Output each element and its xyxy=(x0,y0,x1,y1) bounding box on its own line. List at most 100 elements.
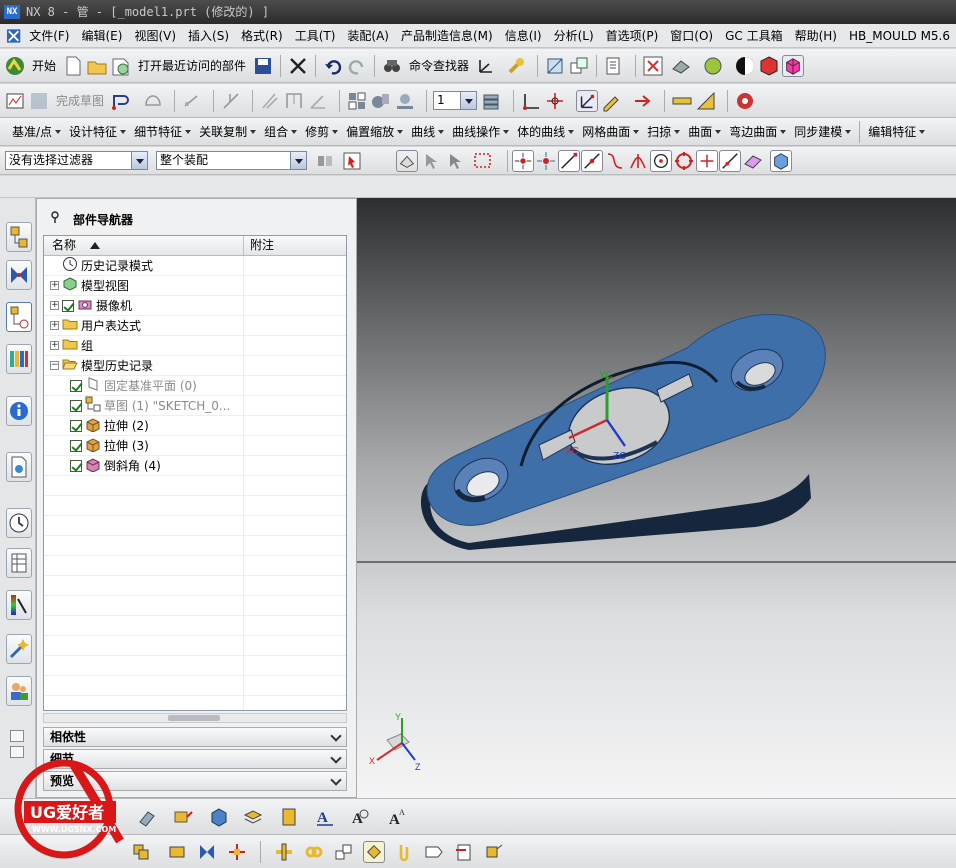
profile-icon[interactable] xyxy=(110,90,132,112)
chevron-down-icon[interactable] xyxy=(460,92,477,109)
gear-wheel-icon[interactable] xyxy=(734,90,756,112)
edit-icon[interactable] xyxy=(600,90,622,112)
scroll-up-button[interactable] xyxy=(10,730,24,742)
ribbon-flange-surface[interactable]: 弯边曲面 xyxy=(725,123,790,140)
finish-sketch-icon[interactable] xyxy=(28,90,50,112)
grid-icon[interactable] xyxy=(346,90,368,112)
chevron-down-icon[interactable] xyxy=(330,774,342,786)
menu-hb-mould[interactable]: HB_MOULD M5.6 xyxy=(843,24,956,48)
tree-node[interactable]: + 摄像机 xyxy=(44,295,346,316)
chevron-down-icon[interactable] xyxy=(330,730,342,742)
interference-icon[interactable] xyxy=(363,840,385,863)
arc-center-icon[interactable] xyxy=(650,150,672,172)
door-icon[interactable] xyxy=(278,806,300,828)
snap-point-icon[interactable] xyxy=(512,150,534,172)
chain-icon[interactable] xyxy=(303,841,325,863)
type-filter-select[interactable]: 没有选择过滤器 xyxy=(5,151,148,170)
background-icon[interactable] xyxy=(702,55,724,77)
move-component-icon[interactable] xyxy=(226,841,248,863)
snap-options-icon[interactable] xyxy=(535,150,557,172)
layer-select[interactable]: 1 xyxy=(433,91,478,110)
visibility-checkbox[interactable] xyxy=(70,459,82,472)
undo-icon[interactable] xyxy=(322,55,344,77)
system-materials-tab[interactable] xyxy=(6,548,32,578)
angle-icon[interactable] xyxy=(307,90,329,112)
general-select-icon[interactable] xyxy=(341,150,363,172)
assembly-navigator-tab[interactable] xyxy=(6,222,32,252)
constraint-icon[interactable] xyxy=(220,90,242,112)
tree-node[interactable]: 草图 (1) "SKETCH_0... xyxy=(44,395,346,416)
triangle-ruler-icon[interactable] xyxy=(695,90,717,112)
array-icon[interactable] xyxy=(333,841,355,863)
ribbon-mesh-surface[interactable]: 网格曲面 xyxy=(578,123,643,140)
visibility-checkbox[interactable] xyxy=(70,399,82,412)
menu-window[interactable]: 窗口(O) xyxy=(664,24,719,48)
new-file-icon[interactable] xyxy=(62,55,84,77)
control-point-icon[interactable] xyxy=(604,150,626,172)
visibility-checkbox[interactable] xyxy=(70,379,82,392)
tree-node[interactable]: 历史记录模式 xyxy=(44,255,346,276)
mate-icon[interactable] xyxy=(196,841,218,863)
existing-point-icon[interactable] xyxy=(696,150,718,172)
nx-menu-icon[interactable] xyxy=(6,28,21,44)
model-cube-icon[interactable] xyxy=(782,54,805,77)
pointer-lock-icon[interactable] xyxy=(444,150,466,172)
visibility-checkbox[interactable] xyxy=(70,439,82,452)
info-icon[interactable] xyxy=(603,55,625,77)
ribbon-associative-copy[interactable]: 关联复制 xyxy=(195,123,260,140)
collapse-icon[interactable]: − xyxy=(50,361,59,370)
cube-grid-icon[interactable] xyxy=(208,806,230,828)
tree-node[interactable]: 拉伸 (3) xyxy=(44,435,346,456)
tree-node[interactable]: 固定基准平面 (0) xyxy=(44,375,346,396)
datum-target-icon[interactable] xyxy=(172,806,194,828)
arrow-right-icon[interactable] xyxy=(632,90,654,112)
text-search-icon[interactable]: A xyxy=(350,806,372,828)
save-icon[interactable] xyxy=(252,55,274,77)
navigator-horizontal-scrollbar[interactable] xyxy=(43,713,347,723)
quadrant-icon[interactable] xyxy=(673,150,695,172)
snap-icon[interactable] xyxy=(544,55,566,77)
ribbon-body-curve[interactable]: 体的曲线 xyxy=(513,123,578,140)
tree-node[interactable]: + 模型视图 xyxy=(44,275,346,296)
menu-file[interactable]: 文件(F) xyxy=(23,24,75,48)
tree-node[interactable]: − 模型历史记录 xyxy=(44,355,346,376)
start-icon[interactable] xyxy=(4,55,26,77)
ruler-icon[interactable] xyxy=(671,90,693,112)
help-tab[interactable] xyxy=(6,396,32,426)
coordinate-icon[interactable] xyxy=(520,90,542,112)
menu-preferences[interactable]: 首选项(P) xyxy=(600,24,665,48)
mid-point-icon[interactable] xyxy=(581,150,603,172)
finish-sketch-button[interactable]: 完成草图 xyxy=(56,92,104,109)
reuse-library-tab[interactable] xyxy=(6,344,32,374)
point-on-curve-icon[interactable] xyxy=(719,150,741,172)
fit-view-icon[interactable] xyxy=(642,55,664,77)
ribbon-detail-feature[interactable]: 细节特征 xyxy=(130,123,195,140)
assembly-filter-icon[interactable] xyxy=(314,150,336,172)
rectangle-select-icon[interactable] xyxy=(472,150,494,172)
pin-icon[interactable] xyxy=(49,211,61,223)
graphics-window[interactable]: YC XC ZC Y X Z xyxy=(357,198,956,798)
ribbon-edit-feature[interactable]: 编辑特征 xyxy=(864,123,929,140)
visibility-checkbox[interactable] xyxy=(62,299,74,312)
open-folder-icon[interactable] xyxy=(86,55,108,77)
menu-pmi[interactable]: 产品制造信息(M) xyxy=(395,24,499,48)
start-button[interactable]: 开始 xyxy=(32,57,56,74)
pmi-annotation-icon[interactable] xyxy=(136,806,158,828)
command-finder-button[interactable]: 命令查找器 xyxy=(409,57,469,74)
menu-view[interactable]: 视图(V) xyxy=(128,24,182,48)
menu-format[interactable]: 格式(R) xyxy=(235,24,289,48)
history-tab[interactable] xyxy=(6,508,32,538)
solid-body-icon[interactable] xyxy=(770,150,792,172)
note-column-header[interactable]: 附注 xyxy=(244,236,274,255)
ribbon-synchronous-modeling[interactable]: 同步建模 xyxy=(790,123,855,140)
menu-analysis[interactable]: 分析(L) xyxy=(548,24,600,48)
tree-node[interactable]: 拉伸 (2) xyxy=(44,415,346,436)
chevron-down-icon[interactable] xyxy=(290,152,306,169)
expand-icon[interactable]: + xyxy=(50,341,59,350)
text-annotation-icon[interactable]: A xyxy=(314,806,336,828)
cut-icon[interactable] xyxy=(287,55,309,77)
bracket-icon[interactable] xyxy=(283,90,305,112)
selection-scope-select[interactable]: 整个装配 xyxy=(156,151,307,170)
menu-information[interactable]: 信息(I) xyxy=(499,24,548,48)
ribbon-combine[interactable]: 组合 xyxy=(260,123,301,140)
